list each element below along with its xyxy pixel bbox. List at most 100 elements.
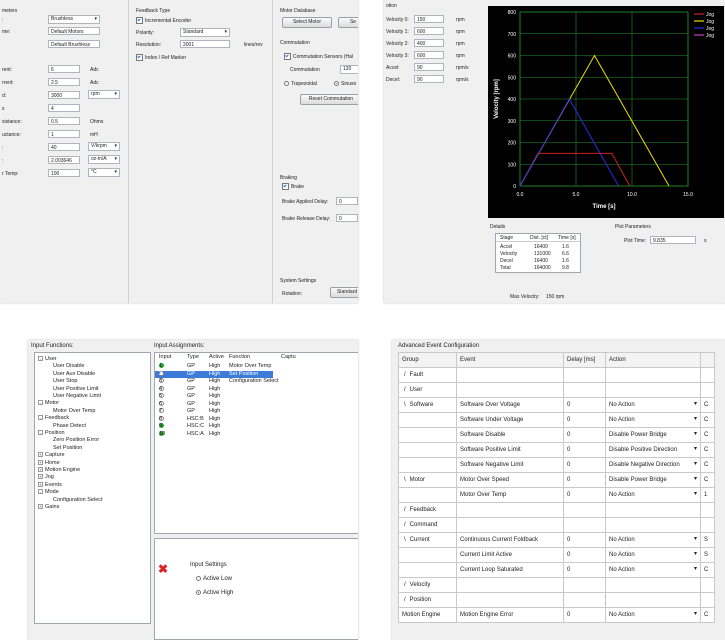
tree-item[interactable]: + Jog xyxy=(38,474,54,480)
tree-item[interactable]: User Aux Disable xyxy=(53,371,95,377)
collapse-icon[interactable]: - xyxy=(38,489,43,495)
sinusoidal-radio[interactable]: Sinuso xyxy=(334,81,356,87)
event-action-cell[interactable]: No Action ▾ xyxy=(605,397,701,413)
tree-item[interactable]: Motor Over Temp xyxy=(53,408,95,414)
tree-item[interactable]: Set Position xyxy=(53,445,82,451)
event-action-cell[interactable]: No Action ▾ xyxy=(605,607,701,623)
dropdown-arrow-icon[interactable]: ▾ xyxy=(692,476,699,483)
dropdown-arrow-icon[interactable]: ▾ xyxy=(692,566,699,573)
profile-row-field[interactable]: 600 xyxy=(414,27,444,35)
event-row[interactable]: \ Motor Motor Over Speed 0 Disable Power Bri… xyxy=(398,472,715,488)
tree-item[interactable]: Zero Position Error xyxy=(53,437,99,443)
dropdown-arrow-icon[interactable]: ▾ xyxy=(692,461,699,468)
event-delay-cell[interactable] xyxy=(563,367,606,383)
profile-row-field[interactable]: 400 xyxy=(414,39,444,47)
dropdown-arrow-icon[interactable]: ▾ xyxy=(692,536,699,543)
collapsed-group-icon[interactable]: / xyxy=(404,387,406,393)
cont-current-field[interactable]: 2.5 xyxy=(48,78,80,86)
tree-item[interactable]: User Stop xyxy=(53,378,77,384)
tree-item[interactable]: User Positive Limit xyxy=(53,386,99,392)
event-row[interactable]: Current Loop Saturated 0 No Action ▾ C xyxy=(398,562,715,578)
event-delay-cell[interactable]: 0 xyxy=(563,562,606,578)
dropdown-arrow-icon[interactable]: ▾ xyxy=(692,446,699,453)
ke-unit-select[interactable]: V/krpm xyxy=(88,142,120,151)
active-high-radio[interactable]: Active High xyxy=(196,590,233,596)
motor-type-select[interactable]: Brushless xyxy=(48,15,100,24)
expand-icon[interactable]: + xyxy=(38,467,43,473)
event-delay-cell[interactable]: 0 xyxy=(563,442,606,458)
tree-item[interactable]: Phase Detect xyxy=(53,423,86,429)
event-delay-cell[interactable]: 0 xyxy=(563,397,606,413)
event-row[interactable]: \ Software Software Over Voltage 0 No Action… xyxy=(398,397,715,413)
dropdown-arrow-icon[interactable]: ▾ xyxy=(692,551,699,558)
event-delay-cell[interactable]: 0 xyxy=(563,472,606,488)
expand-icon[interactable]: + xyxy=(38,504,43,510)
expand-icon[interactable]: + xyxy=(38,452,43,458)
table-row[interactable]: 6 GP High xyxy=(155,400,358,408)
event-action-cell[interactable]: No Action ▾ xyxy=(605,487,701,503)
dropdown-arrow-icon[interactable]: ▾ xyxy=(692,431,699,438)
temp-unit-select[interactable]: °C xyxy=(88,168,120,177)
speed-unit-select[interactable]: rpm xyxy=(88,90,120,99)
tree-item[interactable]: - Position xyxy=(38,430,65,436)
temp-field[interactable]: 100 xyxy=(48,169,80,177)
tree-item[interactable]: User Disable xyxy=(53,363,84,369)
motor-name-field[interactable]: Default Motors xyxy=(48,27,100,35)
brake-checkbox[interactable]: Brake xyxy=(282,183,304,190)
brake-release-field[interactable]: 0 xyxy=(336,214,358,222)
ke-field[interactable]: 40 xyxy=(48,143,80,151)
tree-item[interactable]: + Motion Engine xyxy=(38,467,80,473)
event-action-cell[interactable] xyxy=(605,367,701,383)
event-row[interactable]: Software Under Voltage 0 No Action ▾ C xyxy=(398,412,715,428)
event-action-cell[interactable] xyxy=(605,517,701,533)
plot-time-field[interactable]: 9.835 xyxy=(650,236,696,244)
tree-item[interactable]: + Capture xyxy=(38,452,65,458)
tree-item[interactable]: User Negative Limit xyxy=(53,393,101,399)
profile-row-field[interactable]: 150 xyxy=(414,15,444,23)
kt-field[interactable]: 2.003646 xyxy=(48,156,80,164)
event-delay-cell[interactable]: 0 xyxy=(563,412,606,428)
expand-icon[interactable]: + xyxy=(38,481,43,487)
event-action-cell[interactable]: No Action ▾ xyxy=(605,547,701,563)
table-row[interactable]: 4 GP High xyxy=(155,385,358,393)
polarity-select[interactable]: Standard xyxy=(180,28,230,37)
brake-applied-field[interactable]: 0 xyxy=(336,197,358,205)
commutation-sensors-checkbox[interactable]: Commutation Sensors (Hal xyxy=(284,53,353,60)
profile-row-field[interactable]: 90 xyxy=(414,75,444,83)
trapezoidal-radio[interactable]: Trapezoidal xyxy=(284,81,317,87)
event-delay-cell[interactable]: 0 xyxy=(563,457,606,473)
expanded-group-icon[interactable]: \ xyxy=(404,402,406,408)
event-action-cell[interactable]: Disable Negative Direction ▾ xyxy=(605,457,701,473)
tree-item[interactable]: + Events xyxy=(38,482,62,488)
encoder-checkbox[interactable]: Incremental Encoder xyxy=(136,17,191,24)
event-action-cell[interactable]: Disable Power Bridge ▾ xyxy=(605,472,701,488)
event-delay-cell[interactable] xyxy=(563,382,606,398)
active-low-radio[interactable]: Active Low xyxy=(196,576,232,582)
table-row[interactable]: 5 GP High xyxy=(155,393,358,400)
tree-item[interactable]: - Motor xyxy=(38,400,59,406)
dropdown-arrow-icon[interactable]: ▾ xyxy=(692,416,699,423)
event-delay-cell[interactable] xyxy=(563,592,606,608)
index-checkbox[interactable]: Index / Ref Marker xyxy=(136,54,186,61)
event-delay-cell[interactable]: 0 xyxy=(563,607,606,623)
peak-current-field[interactable]: 6 xyxy=(48,65,80,73)
tree-item[interactable]: - User xyxy=(38,356,57,362)
collapsed-group-icon[interactable]: / xyxy=(404,582,406,588)
inductance-field[interactable]: 1 xyxy=(48,130,80,138)
reset-commutation-button[interactable]: Reset Commutation xyxy=(300,94,358,105)
dropdown-arrow-icon[interactable]: ▾ xyxy=(692,401,699,408)
table-row[interactable]: 3 GP High Configuration Select xyxy=(155,378,358,385)
event-action-cell[interactable] xyxy=(605,382,701,398)
event-row[interactable]: Software Disable 0 Disable Power Bridge ▾ C xyxy=(398,427,715,443)
collapsed-group-icon[interactable]: / xyxy=(404,597,406,603)
motor-model-field[interactable]: Default Brushless xyxy=(48,40,100,48)
event-delay-cell[interactable] xyxy=(563,502,606,518)
input-functions-tree[interactable]: - User User Disable User Aux Disable User St… xyxy=(34,352,151,624)
kt-unit-select[interactable]: oz-in/A xyxy=(88,155,120,164)
event-delay-cell[interactable]: 0 xyxy=(563,547,606,563)
dropdown-arrow-icon[interactable]: ▾ xyxy=(692,611,699,618)
collapse-icon[interactable]: - xyxy=(38,415,43,421)
select-motor-button[interactable]: Select Motor xyxy=(282,17,332,28)
collapsed-group-icon[interactable]: / xyxy=(404,522,406,528)
table-row[interactable]: 2 GP High Set Position xyxy=(155,370,273,378)
